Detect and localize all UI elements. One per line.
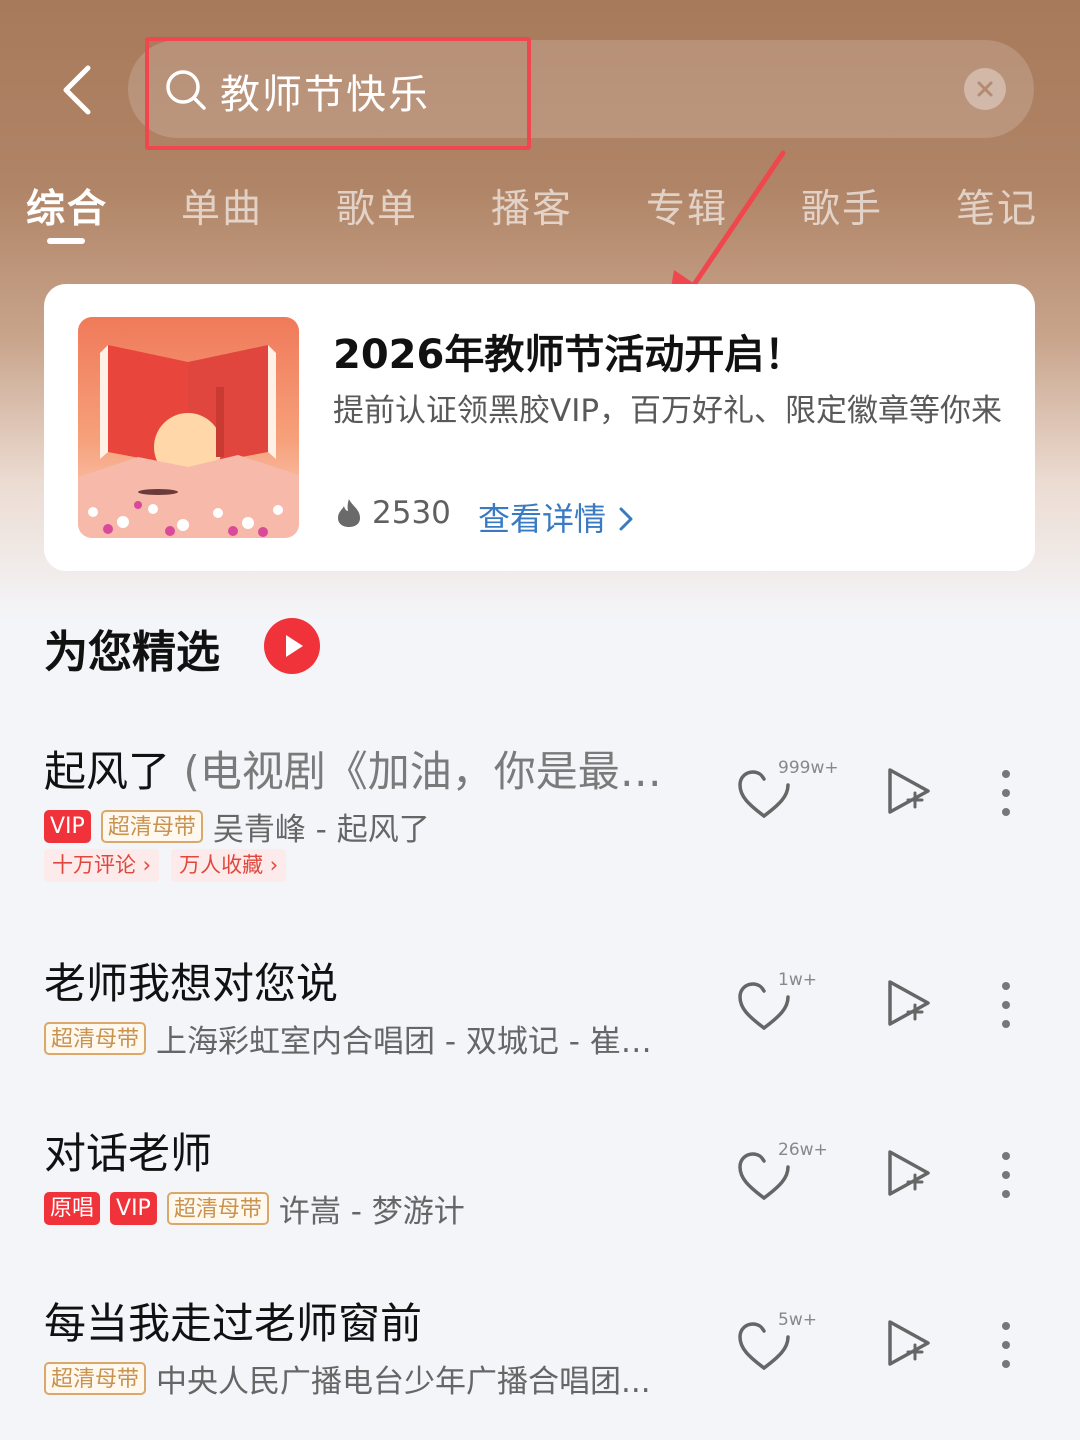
tab-notes[interactable]: 笔记 [956,178,1038,234]
more-vertical-icon [1002,770,1010,816]
more-vertical-icon [1002,1322,1010,1368]
play-icon [286,635,303,657]
add-to-playlist-icon [888,1150,930,1196]
add-to-playlist-button[interactable] [884,1146,934,1202]
song-meta: 超清母带 上海彩虹室内合唱团 - 双城记 - 崔… [44,1016,652,1061]
hq-master-badge: 超清母带 [44,1362,147,1395]
search-result-tabs: 综合 单曲 歌单 播客 专辑 歌手 笔记 [0,178,1080,248]
like-count: 999w+ [778,758,839,778]
active-tab-indicator [47,238,85,244]
tab-songs[interactable]: 单曲 [181,178,263,234]
more-options-button[interactable] [998,1150,1014,1200]
promo-description: 提前认证领黑胶VIP，百万好礼、限定徽章等你来 [333,393,1003,429]
add-to-playlist-icon [888,980,930,1026]
promo-details-label: 查看详情 [478,500,607,538]
song-artist: 上海彩虹室内合唱团 - 双城记 - 崔… [156,1024,652,1060]
add-to-playlist-button[interactable] [884,976,934,1032]
promo-heat-count: 2530 [372,495,451,531]
like-button[interactable]: 1w+ [736,970,836,1038]
back-button[interactable] [48,58,104,122]
song-chips: 十万评论 › 万人收藏 › [44,849,298,882]
song-title: 起风了 (电视剧《加油，你是最… [44,738,662,799]
song-meta: VIP 超清母带 吴青峰 - 起风了 [44,804,430,849]
song-artist: 中央人民广播电台少年广播合唱团... [156,1364,651,1400]
song-meta: 超清母带 中央人民广播电台少年广播合唱团... [44,1356,651,1401]
add-to-playlist-button[interactable] [884,764,934,820]
like-count: 5w+ [778,1310,817,1330]
fire-icon [338,499,360,527]
chevron-right-icon [619,507,633,531]
hq-master-badge: 超清母带 [44,1022,147,1055]
vip-badge: VIP [110,1192,157,1225]
add-to-playlist-icon [888,1320,930,1366]
tab-artists[interactable]: 歌手 [801,178,883,234]
annotation-highlight-box [145,37,531,150]
more-options-button[interactable] [998,1320,1014,1370]
like-button[interactable]: 5w+ [736,1310,836,1378]
like-button[interactable]: 26w+ [736,1140,836,1208]
promo-title: 2026年教师节活动开启！ [333,332,805,378]
like-count: 26w+ [778,1140,828,1160]
original-singer-badge: 原唱 [44,1192,101,1225]
section-title: 为您精选 [44,627,220,678]
play-all-button[interactable] [264,618,320,674]
favorites-chip-label: 万人收藏 [179,853,264,877]
chevron-left-icon [63,65,91,115]
song-subtitle: (电视剧《加油，你是最… [183,747,662,796]
clear-search-button[interactable] [964,68,1006,110]
add-to-playlist-icon [888,768,930,814]
add-to-playlist-button[interactable] [884,1316,934,1372]
tab-playlists[interactable]: 歌单 [336,178,418,234]
song-meta: 原唱 VIP 超清母带 许嵩 - 梦游计 [44,1186,465,1231]
more-options-button[interactable] [998,768,1014,818]
promo-cover-image [78,317,299,538]
comments-chip[interactable]: 十万评论 › [44,849,160,882]
more-vertical-icon [1002,1152,1010,1198]
hq-master-badge: 超清母带 [166,1192,269,1225]
song-artist: 许嵩 - 梦游计 [278,1194,465,1230]
tab-albums[interactable]: 专辑 [646,178,728,234]
more-options-button[interactable] [998,980,1014,1030]
song-title: 每当我走过老师窗前 [44,1299,423,1348]
promo-details-link[interactable]: 查看详情 [478,494,634,540]
comments-chip-label: 十万评论 [52,853,136,877]
tab-podcasts[interactable]: 播客 [491,178,573,234]
song-title: 对话老师 [44,1129,213,1178]
tab-comprehensive[interactable]: 综合 [26,178,108,234]
like-count: 1w+ [778,970,817,990]
song-artist: 吴青峰 - 起风了 [212,812,430,848]
hq-master-badge: 超清母带 [100,810,203,843]
song-title: 老师我想对您说 [44,959,339,1008]
more-vertical-icon [1002,982,1010,1028]
vip-badge: VIP [44,810,91,843]
like-button[interactable]: 999w+ [736,758,839,826]
song-name: 起风了 [44,747,171,796]
favorites-chip[interactable]: 万人收藏 › [171,849,287,882]
close-icon [977,81,993,97]
